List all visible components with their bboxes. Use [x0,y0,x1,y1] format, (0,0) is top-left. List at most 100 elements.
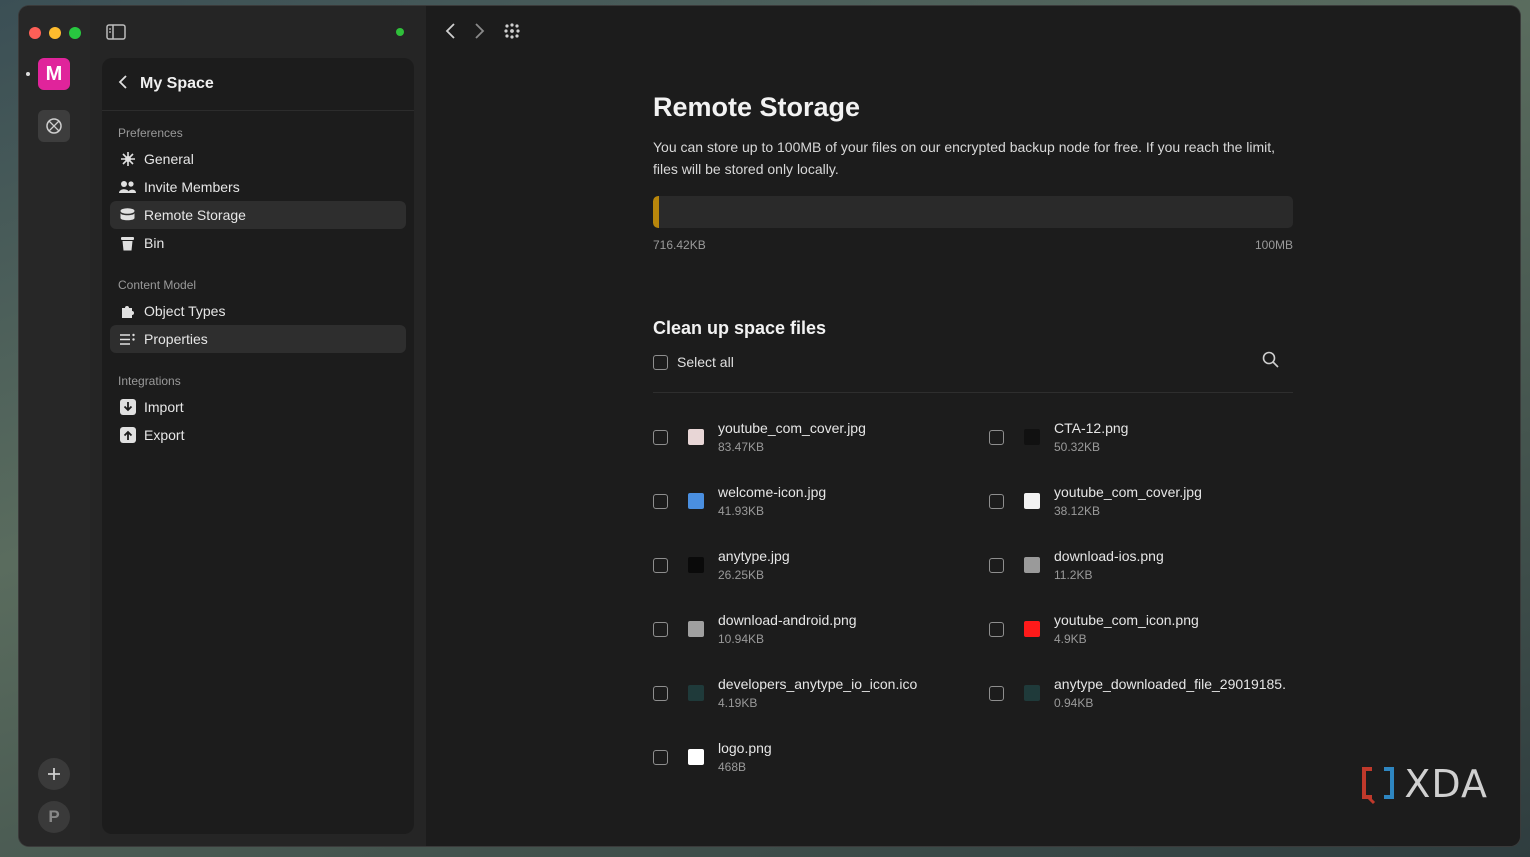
file-size: 41.93KB [718,504,765,518]
globe-icon [46,118,62,134]
people-icon [119,179,136,196]
sidebar-item-import[interactable]: Import [110,393,406,421]
spaces-rail: M P [19,6,90,846]
graph-icon [504,23,520,39]
space-avatar-globe[interactable] [38,110,70,142]
sidebar-item-remote-storage[interactable]: Remote Storage [110,201,406,229]
settings-header: My Space [102,58,414,111]
bin-icon [119,235,136,252]
sidebar-item-invite-members[interactable]: Invite Members [110,173,406,201]
sidebar-item-properties[interactable]: Properties [110,325,406,353]
profile-avatar[interactable]: P [38,801,70,833]
sidebar-item-general[interactable]: General [110,145,406,173]
plus-icon [48,768,60,780]
file-row[interactable]: CTA-12.png 50.32KB [989,405,1293,469]
select-all-control[interactable]: Select all [653,354,734,370]
file-size: 468B [718,760,747,774]
sidebar-item-label: Object Types [144,303,226,319]
search-icon [1262,351,1279,368]
file-thumbnail-icon [688,429,704,445]
graph-button[interactable] [504,23,520,44]
sidebar-item-object-types[interactable]: Object Types [110,297,406,325]
sidebar-toggle-button[interactable] [106,24,126,45]
file-checkbox[interactable] [989,685,1004,701]
sidebar-item-bin[interactable]: Bin [110,229,406,257]
file-row[interactable]: welcome-icon.jpg 41.93KB [653,469,989,533]
file-info: anytype.jpg 26.25KB [718,548,790,582]
file-info: developers_anytype_io_icon.ico 4.19KB [718,676,917,710]
select-all-row: Select all [653,351,1293,373]
gear-icon [119,151,136,168]
remote-storage-page: Remote Storage You can store up to 100MB… [653,92,1293,789]
file-name: download-ios.png [1054,548,1164,564]
xda-logo-icon [1362,767,1395,805]
file-row[interactable]: developers_anytype_io_icon.ico 4.19KB [653,661,989,725]
file-row[interactable]: anytype_downloaded_file_29019185. 0.94KB [989,661,1293,725]
file-thumbnail-icon [1024,557,1040,573]
import-icon [119,399,136,416]
file-checkbox[interactable] [989,429,1004,445]
zoom-window-button[interactable] [69,27,81,39]
file-size: 11.2KB [1054,568,1093,582]
close-window-button[interactable] [29,27,41,39]
nav-forward-button[interactable] [474,22,486,45]
file-thumbnail-icon [688,493,704,509]
file-row[interactable]: youtube_com_icon.png 4.9KB [989,597,1293,661]
file-size: 4.19KB [718,696,758,710]
file-checkbox[interactable] [653,493,668,509]
file-thumbnail-icon [1024,493,1040,509]
file-name: anytype_downloaded_file_29019185. [1054,676,1286,692]
file-name: youtube_com_cover.jpg [1054,484,1202,500]
window-controls [29,27,81,39]
app-window: M P My Space Preferences General Invite … [19,6,1520,846]
chevron-left-icon [118,74,127,89]
file-size: 0.94KB [1054,696,1094,710]
file-checkbox[interactable] [653,685,668,701]
sidebar-item-export[interactable]: Export [110,421,406,449]
file-row[interactable]: anytype.jpg 26.25KB [653,533,989,597]
select-all-label: Select all [677,354,734,370]
file-name: logo.png [718,740,772,756]
chevron-right-icon [475,23,485,39]
export-icon [119,427,136,444]
file-checkbox[interactable] [653,429,668,445]
file-info: welcome-icon.jpg 41.93KB [718,484,826,518]
watermark-text: XDA [1404,762,1488,806]
sidebar-item-label: Export [144,427,185,443]
file-thumbnail-icon [1024,621,1040,637]
file-row[interactable]: download-ios.png 11.2KB [989,533,1293,597]
sidebar-item-label: General [144,151,194,167]
file-checkbox[interactable] [989,557,1004,573]
space-avatar-m[interactable]: M [38,58,70,90]
file-thumbnail-icon [688,621,704,637]
back-button[interactable] [118,74,128,94]
top-navigation [444,22,520,45]
file-row[interactable]: youtube_com_cover.jpg 38.12KB [989,469,1293,533]
sidebar-item-label: Remote Storage [144,207,246,223]
file-row[interactable]: download-android.png 10.94KB [653,597,989,661]
sidebar: My Space Preferences General Invite Memb… [90,6,426,846]
settings-panel: My Space Preferences General Invite Memb… [102,58,414,834]
file-row[interactable]: logo.png 468B [653,725,989,789]
file-info: logo.png 468B [718,740,772,774]
file-thumbnail-icon [1024,429,1040,445]
main-content: Remote Storage You can store up to 100MB… [426,6,1520,846]
file-row[interactable]: youtube_com_cover.jpg 83.47KB [653,405,989,469]
file-thumbnail-icon [688,557,704,573]
add-space-button[interactable] [38,758,70,790]
nav-back-button[interactable] [444,22,456,45]
file-checkbox[interactable] [653,749,668,765]
chevron-left-icon [445,23,455,39]
file-checkbox[interactable] [989,493,1004,509]
page-title: Remote Storage [653,92,861,122]
file-checkbox[interactable] [653,557,668,573]
settings-title: My Space [140,75,214,92]
minimize-window-button[interactable] [49,27,61,39]
file-info: download-android.png 10.94KB [718,612,857,646]
file-checkbox[interactable] [653,621,668,637]
file-checkbox[interactable] [989,621,1004,637]
database-icon [119,207,136,224]
select-all-checkbox[interactable] [653,354,668,370]
search-button[interactable] [1262,351,1279,373]
file-size: 38.12KB [1054,504,1101,518]
